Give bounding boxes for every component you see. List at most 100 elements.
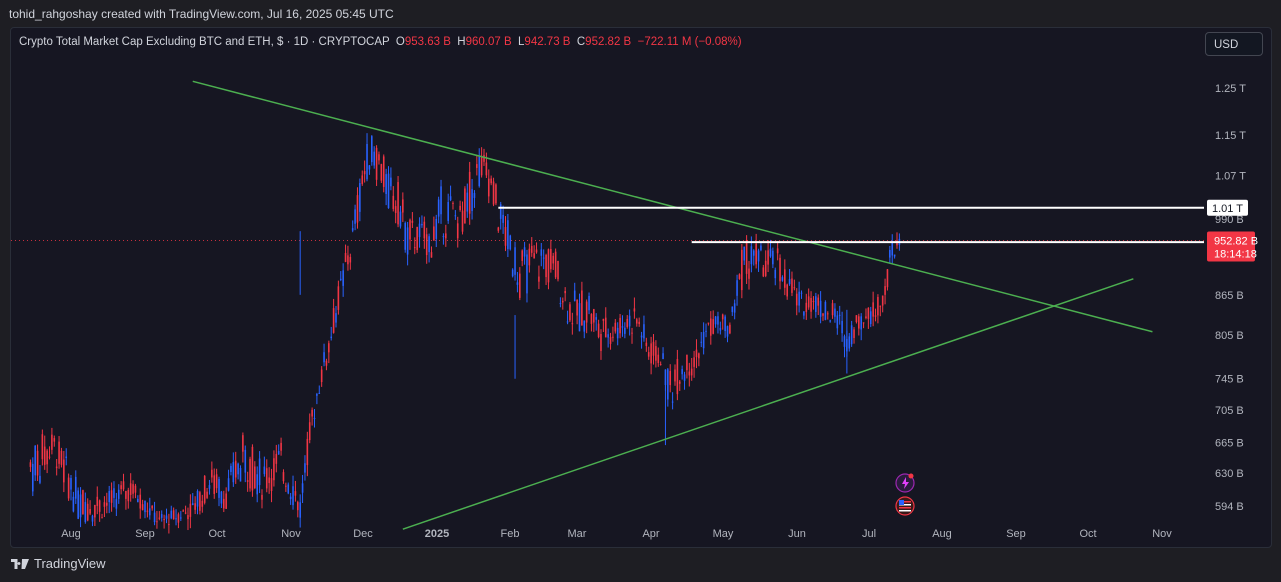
candle-body bbox=[242, 435, 244, 452]
candle-body bbox=[514, 247, 516, 275]
candle-body bbox=[729, 324, 731, 334]
candle-body bbox=[182, 510, 185, 512]
candle-body bbox=[371, 136, 373, 163]
candle-body bbox=[277, 451, 280, 455]
price-chart[interactable]: 1.25 T 1.15 T 1.07 T 990 B 865 B 805 B 745 B 70… bbox=[11, 28, 1271, 547]
candle-body bbox=[459, 205, 461, 210]
candle-body bbox=[552, 255, 555, 264]
candle-body bbox=[55, 466, 58, 469]
candle-body bbox=[211, 469, 213, 478]
countdown-label: 18:14:18 bbox=[1214, 249, 1257, 261]
candle-body bbox=[263, 466, 266, 475]
candle-body bbox=[449, 196, 452, 201]
candle-body bbox=[416, 226, 418, 250]
candle-body bbox=[588, 295, 590, 311]
candle-body bbox=[423, 221, 426, 239]
candle-body bbox=[65, 456, 68, 459]
candle-body bbox=[249, 458, 251, 489]
candle-body bbox=[886, 269, 889, 288]
candle-body bbox=[120, 485, 122, 490]
chart-panel[interactable]: 1.25 T 1.15 T 1.07 T 990 B 865 B 805 B 745 B 70… bbox=[10, 27, 1272, 548]
candle-body bbox=[800, 292, 803, 294]
candle-body bbox=[865, 316, 867, 319]
x-axis-tick-label: Aug bbox=[932, 528, 952, 540]
candle-body bbox=[339, 278, 342, 280]
candle-body bbox=[323, 352, 325, 363]
candle-body bbox=[538, 276, 540, 282]
candle-body bbox=[292, 486, 294, 506]
candle-body bbox=[468, 171, 471, 214]
candle-body bbox=[141, 504, 144, 511]
candle-body bbox=[273, 458, 275, 481]
candle-body bbox=[748, 268, 750, 279]
candle-body bbox=[884, 286, 886, 295]
candle-body bbox=[148, 508, 151, 516]
y-axis-tick-label: 1.07 T bbox=[1215, 170, 1246, 182]
candle-body bbox=[542, 257, 545, 259]
candle-body bbox=[757, 250, 760, 262]
us-flag-icon[interactable] bbox=[895, 496, 915, 516]
candle-body bbox=[633, 308, 636, 312]
candle-body bbox=[74, 476, 77, 499]
candle-body bbox=[480, 157, 483, 176]
candle-body bbox=[745, 239, 748, 274]
candle-body bbox=[879, 305, 882, 307]
candle-body bbox=[566, 321, 569, 323]
candle-body bbox=[712, 319, 714, 334]
candle-body bbox=[714, 316, 717, 325]
candle-body bbox=[170, 510, 173, 519]
descending-trendline[interactable] bbox=[192, 80, 1153, 333]
candle-body bbox=[320, 369, 323, 383]
y-axis-tick-label: 705 B bbox=[1215, 405, 1244, 417]
candle-body bbox=[607, 334, 609, 338]
candle-body bbox=[304, 463, 306, 473]
candle-body bbox=[795, 293, 798, 306]
close-label: C bbox=[576, 36, 586, 48]
candle-body bbox=[781, 277, 784, 281]
candle-body bbox=[163, 519, 165, 521]
candle-body bbox=[826, 313, 829, 315]
candle-body bbox=[404, 222, 407, 250]
candle-body bbox=[454, 215, 457, 217]
candle-body bbox=[368, 165, 371, 170]
candle-body bbox=[535, 249, 538, 253]
x-axis-tick-label: Nov bbox=[1152, 528, 1172, 540]
x-axis-tick-label: Mar bbox=[568, 528, 587, 540]
candle-body bbox=[707, 322, 710, 324]
candle-body bbox=[160, 514, 163, 518]
x-axis-tick-label: May bbox=[713, 528, 734, 540]
candle-body bbox=[282, 472, 285, 482]
candle-body bbox=[442, 236, 445, 238]
candle-body bbox=[752, 250, 755, 256]
candle-body bbox=[447, 202, 449, 221]
candle-body bbox=[425, 234, 428, 256]
candle-body bbox=[125, 491, 127, 499]
currency-button[interactable]: USD bbox=[1205, 32, 1263, 56]
candle-body bbox=[667, 369, 669, 400]
candle-body bbox=[838, 314, 841, 316]
candle-body bbox=[635, 319, 638, 324]
candle-body bbox=[452, 202, 454, 204]
candle-body bbox=[466, 192, 469, 212]
candle-body bbox=[215, 474, 218, 489]
candle-body bbox=[698, 353, 700, 359]
x-axis-tick-label: Sep bbox=[1006, 528, 1026, 540]
candle-body bbox=[275, 453, 278, 464]
candle-body bbox=[545, 254, 547, 278]
candle-body bbox=[614, 322, 617, 332]
candle-body bbox=[492, 181, 495, 205]
candle-body bbox=[526, 254, 528, 294]
candle-body bbox=[860, 316, 862, 330]
candle-body bbox=[86, 503, 89, 521]
candle-body bbox=[769, 248, 772, 257]
candle-body bbox=[490, 178, 492, 184]
ascending-trendline[interactable] bbox=[402, 278, 1134, 530]
candle-body bbox=[94, 504, 96, 518]
candle-body bbox=[521, 250, 524, 261]
candle-body bbox=[554, 251, 557, 278]
candle-body bbox=[67, 477, 70, 499]
chart-attribution: tohid_rahgoshay created with TradingView… bbox=[9, 7, 394, 21]
candle-body bbox=[122, 481, 125, 490]
candle-body bbox=[239, 468, 242, 482]
candle-body bbox=[805, 302, 808, 312]
